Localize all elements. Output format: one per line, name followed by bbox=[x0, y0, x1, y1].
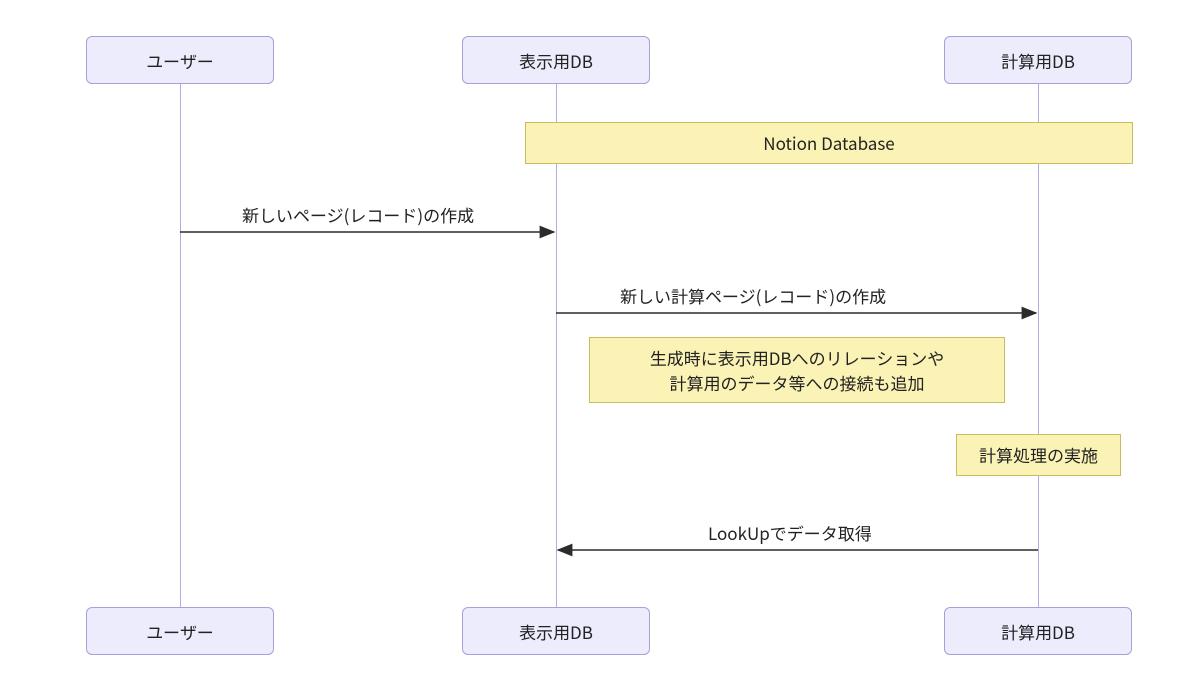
actor-user-top: ユーザー bbox=[86, 36, 274, 84]
actor-calcdb-top: 計算用DB bbox=[944, 36, 1132, 84]
msg-label-create-calc-page: 新しい計算ページ(レコード)の作成 bbox=[620, 283, 886, 308]
actor-label: 表示用DB bbox=[519, 48, 593, 73]
note-text: 生成時に表示用DBへのリレーションや 計算用のデータ等への接続も追加 bbox=[650, 345, 945, 396]
lifeline-user bbox=[180, 84, 181, 607]
actor-user-bottom: ユーザー bbox=[86, 607, 274, 655]
msg-label-lookup: LookUpでデータ取得 bbox=[708, 520, 872, 545]
actor-label: 表示用DB bbox=[519, 619, 593, 644]
note-relation-connection: 生成時に表示用DBへのリレーションや 計算用のデータ等への接続も追加 bbox=[589, 337, 1005, 403]
note-calc-exec: 計算処理の実施 bbox=[956, 434, 1121, 476]
msg-label-create-page: 新しいページ(レコード)の作成 bbox=[242, 202, 474, 227]
note-calc-label: 計算処理の実施 bbox=[979, 442, 1098, 468]
actor-viewdb-bottom: 表示用DB bbox=[462, 607, 650, 655]
sequence-diagram: ユーザー 表示用DB 計算用DB Notion Database 新しいページ(… bbox=[0, 0, 1200, 692]
group-note-notion-db: Notion Database bbox=[525, 122, 1133, 164]
actor-label: 計算用DB bbox=[1001, 619, 1075, 644]
actor-label: 計算用DB bbox=[1001, 48, 1075, 73]
actor-calcdb-bottom: 計算用DB bbox=[944, 607, 1132, 655]
actor-label: ユーザー bbox=[146, 619, 214, 644]
actor-label: ユーザー bbox=[146, 48, 214, 73]
actor-viewdb-top: 表示用DB bbox=[462, 36, 650, 84]
group-note-label: Notion Database bbox=[763, 130, 894, 156]
